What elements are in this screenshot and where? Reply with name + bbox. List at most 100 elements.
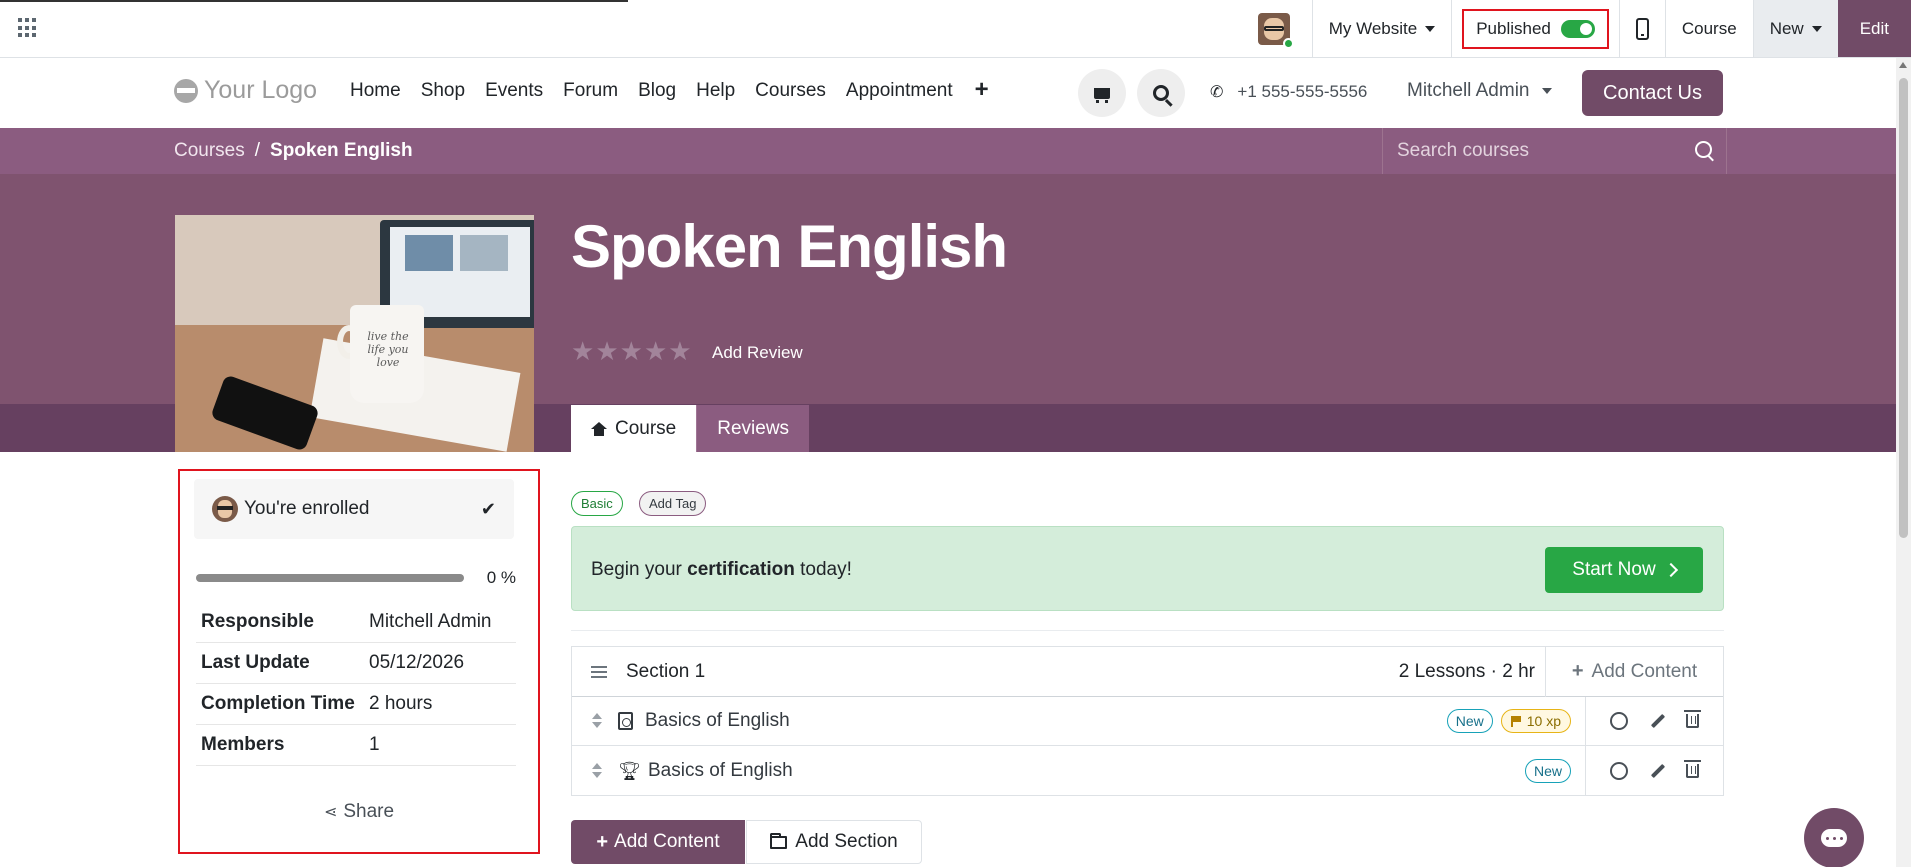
course-search	[1382, 128, 1727, 174]
cart-button[interactable]	[1078, 69, 1126, 117]
lesson-actions	[1585, 746, 1723, 795]
phone-contact[interactable]: ✆ +1 555-555-5556	[1210, 82, 1367, 102]
page-scrollbar[interactable]	[1896, 58, 1911, 867]
toggle-switch-icon[interactable]	[1560, 19, 1595, 38]
plus-icon: +	[1571, 660, 1584, 682]
scroll-up-arrow-icon[interactable]	[1899, 62, 1907, 68]
section-add-content-button[interactable]: + Add Content	[1545, 646, 1723, 697]
cert-prefix: Begin your	[591, 559, 688, 580]
course-backend-button[interactable]: Course	[1664, 0, 1753, 57]
add-tag-button[interactable]: Add Tag	[639, 491, 707, 516]
site-header: Your Logo Home Shop Events Forum Blog He…	[0, 58, 1896, 128]
search-courses-input[interactable]	[1383, 128, 1726, 174]
phone-number: +1 555-555-5556	[1237, 82, 1368, 101]
new-badge: New	[1446, 709, 1493, 733]
avatar	[212, 496, 238, 522]
sort-handle-icon[interactable]	[592, 713, 602, 729]
add-content-label: Add Content	[614, 831, 720, 852]
section-add-content-label: Add Content	[1591, 660, 1698, 682]
nav-forum[interactable]: Forum	[563, 80, 618, 102]
share-button[interactable]: ⋖ Share	[180, 801, 538, 823]
star-icon: ★	[643, 336, 668, 366]
xp-label: 10 xp	[1526, 713, 1561, 729]
certification-text: Begin your certification today!	[591, 559, 852, 581]
site-logo[interactable]: Your Logo	[174, 76, 317, 105]
tab-course[interactable]: Course	[571, 405, 697, 452]
user-menu[interactable]: Mitchell Admin	[1407, 80, 1552, 102]
apps-menu-icon[interactable]	[18, 18, 38, 38]
nav-blog[interactable]: Blog	[638, 80, 676, 102]
pencil-icon[interactable]	[1650, 763, 1666, 778]
course-cover-image: live the life you love	[175, 215, 534, 452]
tab-reviews[interactable]: Reviews	[696, 405, 810, 452]
share-icon: ⋖	[323, 804, 338, 821]
enrolled-status: You're enrolled ✔	[194, 479, 514, 539]
phone-icon: ✆	[1210, 84, 1224, 101]
star-icon: ★	[619, 336, 643, 366]
sort-handle-icon[interactable]	[592, 762, 602, 779]
nav-home[interactable]: Home	[350, 80, 401, 102]
add-section-label: Add Section	[795, 831, 898, 852]
completion-circle-icon[interactable]	[1610, 712, 1628, 730]
online-status-dot	[1282, 37, 1294, 49]
nav-help[interactable]: Help	[696, 80, 735, 102]
plus-icon[interactable]: +	[975, 78, 989, 102]
main-navigation: Home Shop Events Forum Blog Help Courses…	[350, 78, 1009, 102]
add-section-button[interactable]: Add Section	[746, 820, 922, 864]
detail-key: Members	[201, 734, 285, 755]
edit-button[interactable]: Edit	[1837, 0, 1911, 57]
contact-us-label: Contact Us	[1603, 81, 1702, 104]
trash-icon[interactable]	[1684, 759, 1701, 778]
breadcrumb-courses[interactable]: Courses	[174, 140, 245, 162]
list-item: 🏆︎ Basics of English New	[572, 746, 1723, 795]
loading-bar	[0, 0, 628, 2]
drag-handle-icon[interactable]	[591, 663, 607, 681]
tab-reviews-label: Reviews	[717, 417, 790, 439]
detail-value: 1	[369, 734, 380, 755]
xp-badge: 10 xp	[1500, 709, 1571, 733]
nav-appointment[interactable]: Appointment	[846, 80, 953, 102]
nav-courses[interactable]: Courses	[755, 80, 826, 102]
new-badge: New	[1524, 758, 1571, 783]
detail-row-completion-time: Completion Time 2 hours	[196, 684, 516, 725]
detail-value: 2 hours	[369, 693, 433, 714]
website-selector[interactable]: My Website	[1311, 0, 1452, 57]
start-now-button[interactable]: Start Now	[1545, 547, 1703, 593]
nav-shop[interactable]: Shop	[421, 80, 465, 102]
user-menu-label: Mitchell Admin	[1407, 80, 1530, 101]
section-title[interactable]: Section 1	[626, 661, 705, 683]
star-icon: ★	[668, 336, 692, 366]
lesson-name[interactable]: Basics of English	[648, 760, 793, 782]
lesson-name[interactable]: Basics of English	[645, 710, 790, 732]
published-label: Published	[1476, 18, 1551, 38]
nav-events[interactable]: Events	[485, 80, 543, 102]
course-progress: 0 %	[196, 568, 516, 588]
website-selector-label: My Website	[1328, 18, 1418, 38]
add-content-button[interactable]: + Add Content	[571, 820, 745, 864]
contact-us-button[interactable]: Contact Us	[1582, 70, 1723, 116]
trash-icon[interactable]	[1684, 710, 1701, 728]
section-summary: 2 Lessons · 2 hr	[1398, 660, 1535, 682]
course-title: Spoken English	[571, 213, 1008, 280]
mobile-preview-button[interactable]	[1618, 0, 1665, 57]
published-toggle[interactable]: Published	[1462, 8, 1609, 49]
completion-circle-icon[interactable]	[1610, 761, 1628, 780]
breadcrumb-current: Spoken English	[270, 140, 413, 161]
pencil-icon[interactable]	[1650, 713, 1666, 729]
cart-icon	[1094, 87, 1110, 103]
enrollment-card: You're enrolled ✔ 0 % Responsible Mitche…	[178, 469, 540, 854]
logo-text: Your Logo	[204, 76, 318, 104]
star-icon: ★	[595, 336, 619, 366]
mug-text: live the life you love	[367, 330, 409, 369]
search-icon[interactable]	[1695, 141, 1712, 158]
user-avatar[interactable]	[1236, 0, 1312, 57]
course-details-table: Responsible Mitchell Admin Last Update 0…	[196, 602, 516, 766]
new-content-button[interactable]: New	[1752, 0, 1838, 57]
tag-basic[interactable]: Basic	[571, 491, 623, 516]
add-review-link[interactable]: Add Review	[712, 343, 803, 363]
detail-value: Mitchell Admin	[369, 611, 492, 632]
live-chat-button[interactable]	[1804, 808, 1864, 867]
search-button[interactable]	[1137, 69, 1185, 117]
scrollbar-thumb[interactable]	[1899, 78, 1908, 538]
share-label: Share	[343, 801, 395, 822]
